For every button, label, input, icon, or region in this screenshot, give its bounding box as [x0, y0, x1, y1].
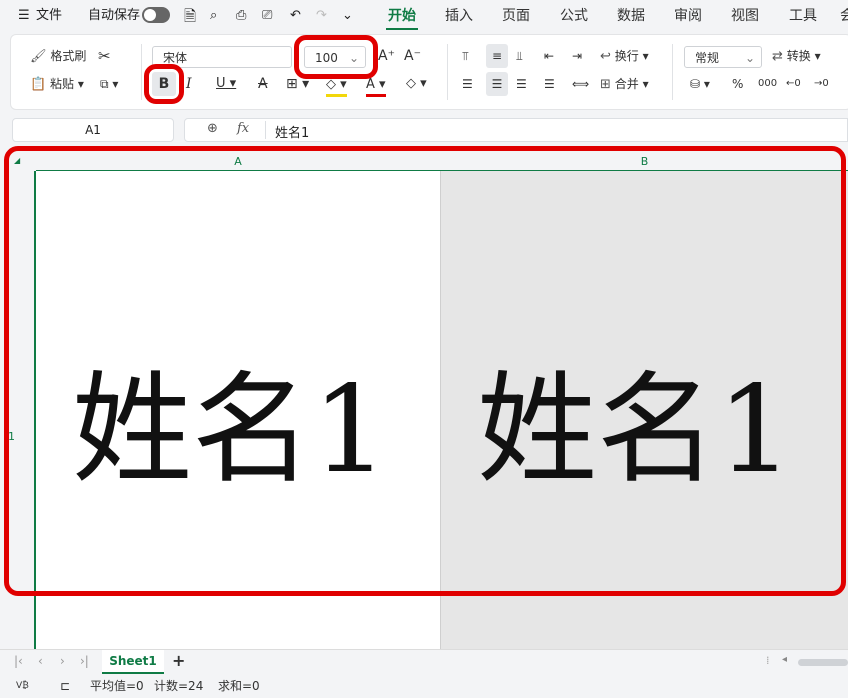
copy-icon[interactable]: ⧉ ▾	[100, 72, 118, 96]
zoom-icon[interactable]: ⊕	[207, 121, 218, 136]
macro-icon[interactable]: V₿	[16, 675, 29, 698]
tab-more[interactable]: 会	[840, 0, 848, 32]
fx-icon[interactable]: fx	[237, 121, 249, 136]
more-chevron-icon[interactable]: ⌄	[342, 0, 353, 32]
paste-button[interactable]: 📋 粘贴 ▾	[30, 72, 84, 96]
divider	[141, 44, 142, 100]
autosave-toggle[interactable]	[142, 7, 170, 23]
chevron-down-icon: ⌄	[744, 51, 755, 65]
number-format-value: 常规	[695, 51, 720, 65]
clipboard-icon: 📋	[30, 77, 47, 92]
format-painter-label: 格式刷	[50, 49, 87, 63]
scroll-divider-icon: ⁞	[766, 654, 770, 667]
tab-formula[interactable]: 公式	[560, 0, 588, 32]
merge-button[interactable]: ⊞ 合并 ▾	[600, 72, 649, 96]
align-middle-icon[interactable]: ≡	[486, 44, 508, 68]
divider	[447, 44, 448, 100]
first-sheet-icon[interactable]: |‹	[14, 654, 23, 668]
save-icon[interactable]: 🗎	[184, 0, 196, 32]
add-sheet-icon[interactable]: +	[172, 651, 185, 670]
formula-content[interactable]: 姓名1	[275, 122, 309, 141]
redo-icon[interactable]: ↷	[316, 0, 327, 32]
merge-icon: ⊞	[600, 77, 611, 92]
status-sum: 求和=0	[218, 679, 260, 693]
font-color-icon[interactable]: A ▾	[366, 76, 386, 97]
tab-insert[interactable]: 插入	[445, 0, 473, 32]
share-icon[interactable]: ⌕	[210, 0, 217, 32]
align-bottom-icon[interactable]: ⫫	[516, 44, 523, 68]
wrap-icon: ↩	[600, 49, 611, 64]
tab-tools[interactable]: 工具	[789, 0, 817, 32]
autosave-label: 自动保存	[88, 8, 141, 23]
thousands-icon[interactable]: 000	[758, 72, 777, 96]
page-icon[interactable]: ⊏	[60, 675, 70, 698]
tab-data[interactable]: 数据	[617, 0, 645, 32]
convert-button[interactable]: ⇄ 转换 ▾	[772, 44, 821, 68]
outdent-icon[interactable]: ⇤	[544, 44, 554, 68]
format-painter-button[interactable]: 🖌 格式刷	[30, 44, 86, 68]
wrap-label: 换行	[614, 49, 639, 63]
font-size-highlight	[294, 35, 378, 79]
status-average: 平均值=0	[90, 679, 144, 693]
number-format-select[interactable]: 常规 ⌄	[684, 46, 762, 68]
file-menu[interactable]: 文件	[36, 0, 62, 32]
horizontal-scrollbar[interactable]	[798, 659, 848, 666]
convert-label: 转换	[786, 49, 811, 63]
tab-home[interactable]: 开始	[386, 0, 418, 32]
status-count: 计数=24	[154, 679, 204, 693]
indent-icon[interactable]: ⇥	[572, 44, 582, 68]
bold-highlight	[144, 64, 184, 104]
strikethrough-icon[interactable]: A	[258, 72, 268, 96]
decrease-decimal-icon[interactable]: →0	[814, 72, 829, 96]
tab-review[interactable]: 审阅	[674, 0, 702, 32]
align-center-icon[interactable]: ☰	[486, 72, 508, 96]
percent-icon[interactable]: %	[732, 72, 743, 96]
status-bar: V₿ ⊏ 平均值=0 计数=24 求和=0	[0, 675, 848, 698]
currency-icon[interactable]: ⛁ ▾	[690, 72, 710, 96]
next-sheet-icon[interactable]: ›	[60, 654, 65, 668]
underline-label: U	[216, 76, 226, 91]
divider	[265, 121, 266, 139]
tab-page[interactable]: 页面	[502, 0, 530, 32]
hamburger-icon[interactable]: ☰	[18, 0, 30, 32]
italic-button[interactable]: I	[186, 72, 192, 96]
menu-bar: ☰ 文件 自动保存 🗎 ⌕ ⎙ ⎚ ↶ ↷ ⌄ 开始 插入 页面 公式 数据 审…	[0, 0, 848, 32]
print-preview-icon[interactable]: ⎚	[262, 0, 272, 32]
cut-icon[interactable]: ✂	[98, 44, 111, 68]
align-top-icon[interactable]: ⫪	[462, 44, 469, 68]
name-box[interactable]: A1	[12, 118, 174, 142]
merge-label: 合并	[614, 77, 639, 91]
brush-icon: 🖌	[30, 49, 47, 64]
formula-bar[interactable]: ⊕ fx 姓名1	[184, 118, 848, 142]
sheet-tab-sheet1[interactable]: Sheet1	[102, 650, 164, 674]
underline-button[interactable]: U ▾	[216, 72, 236, 96]
scroll-left-icon[interactable]: ◂	[782, 654, 787, 665]
print-icon[interactable]: ⎙	[236, 0, 246, 32]
sheet-bar: |‹ ‹ › ›| Sheet1 + ⁞ ◂	[0, 649, 848, 675]
wrap-text-button[interactable]: ↩ 换行 ▾	[600, 44, 649, 68]
distributed-icon[interactable]: ⟺	[572, 72, 589, 96]
fill-color-icon[interactable]: ◇ ▾	[326, 76, 347, 97]
paste-label: 粘贴	[50, 77, 75, 91]
justify-icon[interactable]: ☰	[544, 72, 555, 96]
prev-sheet-icon[interactable]: ‹	[38, 654, 43, 668]
convert-icon: ⇄	[772, 49, 783, 64]
tab-view[interactable]: 视图	[731, 0, 759, 32]
divider	[672, 44, 673, 100]
undo-icon[interactable]: ↶	[290, 0, 301, 32]
increase-font-icon[interactable]: A⁺	[378, 44, 395, 68]
align-right-icon[interactable]: ☰	[516, 72, 527, 96]
last-sheet-icon[interactable]: ›|	[80, 654, 89, 668]
align-left-icon[interactable]: ☰	[462, 72, 473, 96]
grid-highlight	[4, 146, 846, 596]
decrease-font-icon[interactable]: A⁻	[404, 44, 421, 68]
increase-decimal-icon[interactable]: ←0	[786, 72, 801, 96]
eraser-icon[interactable]: ◇ ▾	[406, 72, 427, 96]
